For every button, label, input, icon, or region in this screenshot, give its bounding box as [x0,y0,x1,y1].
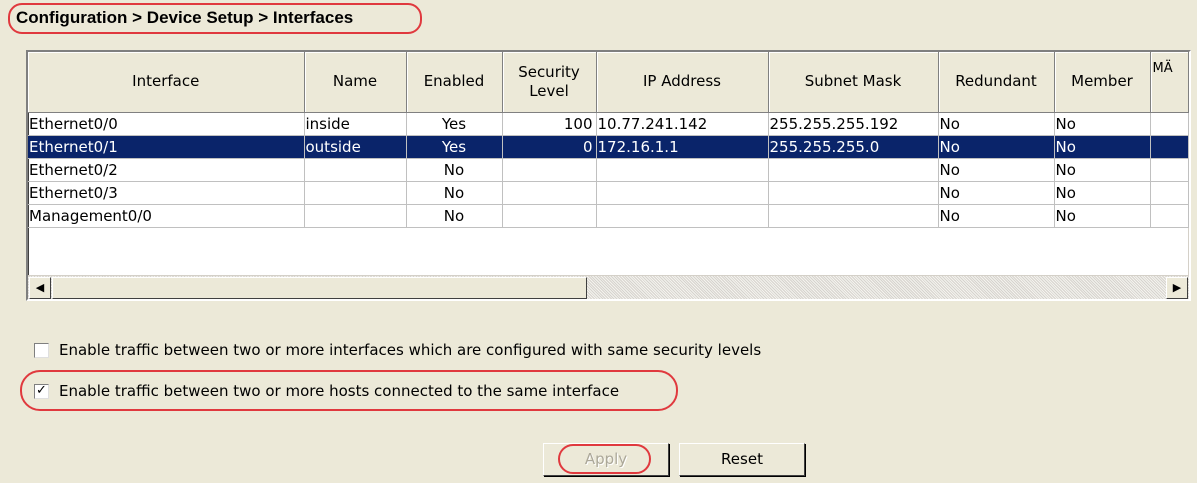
cell-ip-address: 172.16.1.1 [596,135,769,159]
table-row[interactable]: Ethernet0/1 outside Yes 0 172.16.1.1 255.255.… [28,135,1189,159]
cell-interface: Management0/0 [28,204,305,228]
cell-security-level [502,204,597,228]
cell-redundant: No [938,158,1055,182]
cell-- [1150,181,1189,205]
left-arrow-icon: ◀ [35,281,45,294]
cell-member: No [1054,181,1151,205]
cell-member: No [1054,135,1151,159]
cell-name [304,204,407,228]
cell-- [1150,112,1189,136]
breadcrumb: Configuration > Device Setup > Interface… [16,8,354,27]
cell-interface: Ethernet0/3 [28,181,305,205]
column-header-redundant[interactable]: Redundant [938,52,1055,113]
scrollbar-thumb[interactable] [52,277,587,299]
same-interface-label: Enable traffic between two or more hosts… [59,382,620,400]
cell-- [1150,204,1189,228]
table-header: Interface Name Enabled Security Level IP … [28,52,1189,113]
table-row[interactable]: Ethernet0/0 inside Yes 100 10.77.241.142 255.… [28,112,1189,136]
cell-interface: Ethernet0/0 [28,112,305,136]
column-header-enabled[interactable]: Enabled [406,52,503,113]
cell-enabled: No [406,158,503,182]
cell-redundant: No [938,135,1055,159]
table-row[interactable]: Ethernet0/2 No No No [28,158,1189,182]
column-header-name[interactable]: Name [304,52,407,113]
scroll-right-button[interactable]: ▶ [1166,277,1188,299]
cell-security-level [502,158,597,182]
cell-subnet-mask: 255.255.255.192 [768,112,939,136]
right-arrow-icon: ▶ [1172,281,1182,294]
apply-button[interactable]: Apply [543,443,669,476]
cell-subnet-mask [768,204,939,228]
cell-enabled: Yes [406,112,503,136]
cell-redundant: No [938,112,1055,136]
same-interface-option[interactable]: ✓ Enable traffic between two or more hos… [34,380,619,402]
cell-subnet-mask: 255.255.255.0 [768,135,939,159]
cell-member: No [1054,112,1151,136]
column-header-truncated[interactable]: MÄ [1150,52,1189,113]
column-header-member[interactable]: Member [1054,52,1151,113]
reset-button[interactable]: Reset [679,443,805,476]
cell-member: No [1054,158,1151,182]
cell-ip-address [596,158,769,182]
same-interface-checkbox[interactable]: ✓ [34,382,49,399]
cell-redundant: No [938,204,1055,228]
cell-name: outside [304,135,407,159]
cell-ip-address: 10.77.241.142 [596,112,769,136]
horizontal-scrollbar[interactable]: ◀ ▶ [28,275,1189,299]
cell-member: No [1054,204,1151,228]
cell-redundant: No [938,181,1055,205]
cell-ip-address [596,204,769,228]
security-level-header-line: Security [518,62,580,81]
cell-enabled: No [406,204,503,228]
cell-name: inside [304,112,407,136]
scroll-left-button[interactable]: ◀ [29,277,51,299]
cell-interface: Ethernet0/2 [28,158,305,182]
column-header-interface[interactable]: Interface [28,52,305,113]
table-row[interactable]: Ethernet0/3 No No No [28,181,1189,205]
table-row[interactable]: Management0/0 No No No [28,204,1189,228]
interfaces-grid: Interface Name Enabled Security Level IP … [28,52,1189,228]
cell-security-level [502,181,597,205]
cell-security-level: 100 [502,112,597,136]
same-security-label: Enable traffic between two or more inter… [59,341,762,359]
checkmark-icon: ✓ [36,382,47,398]
same-security-checkbox[interactable] [34,342,49,358]
cell-- [1150,135,1189,159]
interfaces-table: Interface Name Enabled Security Level IP … [26,50,1191,301]
same-security-option[interactable]: Enable traffic between two or more inter… [34,339,761,361]
cell-interface: Ethernet0/1 [28,135,305,159]
cell-subnet-mask [768,181,939,205]
cell-name [304,158,407,182]
column-header-subnet-mask[interactable]: Subnet Mask [768,52,939,113]
cell-ip-address [596,181,769,205]
cell-enabled: No [406,181,503,205]
cell-subnet-mask [768,158,939,182]
column-header-ip-address[interactable]: IP Address [596,52,769,113]
cell-security-level: 0 [502,135,597,159]
cell-- [1150,158,1189,182]
security-level-header-line: Level [529,81,569,100]
cell-name [304,181,407,205]
cell-enabled: Yes [406,135,503,159]
column-header-security-level[interactable]: Security Level [502,52,597,113]
